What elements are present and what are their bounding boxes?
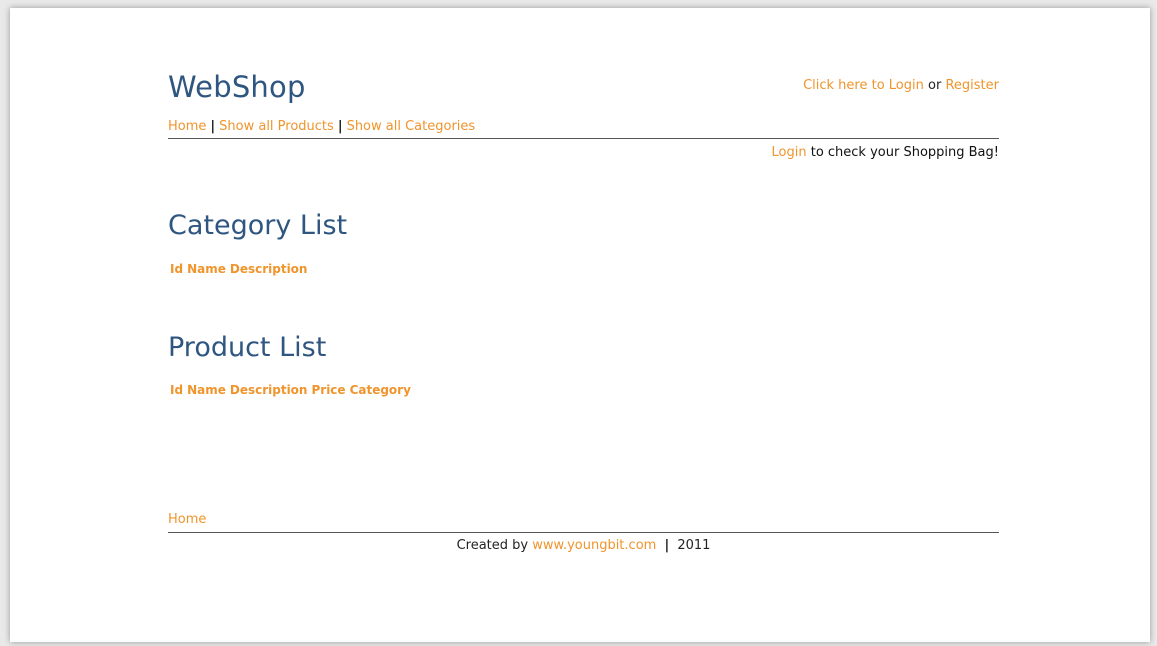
- category-list-title: Category List: [168, 210, 348, 241]
- shopping-bag-notice: Login to check your Shopping Bag!: [772, 145, 1000, 160]
- category-col-description: Description: [229, 262, 308, 276]
- header-divider: [168, 138, 999, 139]
- login-link[interactable]: Click here to Login: [803, 78, 924, 93]
- nav-home-link[interactable]: Home: [168, 119, 206, 134]
- footer-home-link[interactable]: Home: [168, 512, 206, 527]
- product-table-header: Id Name Description Price Category: [170, 383, 411, 397]
- product-col-name: Name: [187, 383, 226, 397]
- product-col-category: Category: [349, 383, 411, 397]
- login-or-text: or: [928, 78, 942, 93]
- content-wrapper: WebShop Click here to Login or Register …: [168, 8, 999, 642]
- nav-categories-link[interactable]: Show all Categories: [347, 119, 476, 134]
- nav-separator: |: [210, 119, 216, 134]
- bag-notice-text: to check your Shopping Bag!: [810, 145, 999, 160]
- product-col-description: Description: [229, 383, 308, 397]
- footer-separator: |: [664, 538, 670, 553]
- category-table-header: Id Name Description: [170, 262, 307, 276]
- nav-separator: |: [337, 119, 343, 134]
- product-list-title: Product List: [168, 332, 327, 363]
- register-link[interactable]: Register: [945, 78, 999, 93]
- bag-login-link[interactable]: Login: [772, 145, 807, 160]
- product-col-price: Price: [311, 383, 346, 397]
- page: WebShop Click here to Login or Register …: [10, 8, 1150, 642]
- category-col-name: Name: [187, 262, 226, 276]
- footer-year: 2011: [677, 538, 711, 553]
- footer-site-link[interactable]: www.youngbit.com: [532, 538, 656, 553]
- site-logo[interactable]: WebShop: [168, 70, 306, 104]
- footer-divider: [168, 532, 999, 533]
- login-register-line: Click here to Login or Register: [803, 78, 999, 93]
- category-col-id: Id: [170, 262, 184, 276]
- nav-products-link[interactable]: Show all Products: [219, 119, 334, 134]
- footer-credit: Created by www.youngbit.com | 2011: [168, 538, 999, 553]
- product-col-id: Id: [170, 383, 184, 397]
- footer-created-by: Created by: [456, 538, 529, 553]
- main-nav: Home | Show all Products | Show all Categori…: [168, 119, 475, 134]
